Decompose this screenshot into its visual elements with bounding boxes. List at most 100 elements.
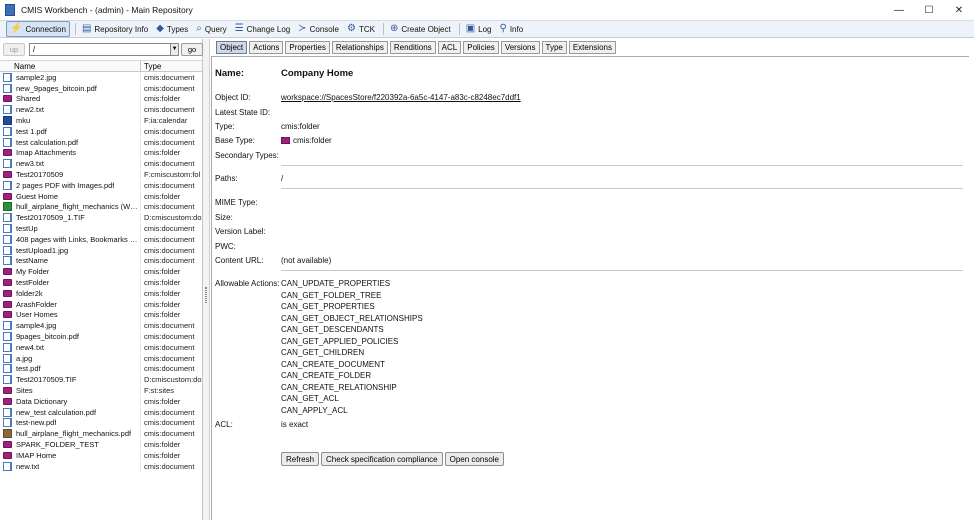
table-row[interactable]: IMAP Home cmis:folder: [0, 450, 202, 461]
file-name: testUp: [16, 224, 38, 234]
plug-icon: ⚡: [10, 23, 23, 34]
go-button[interactable]: go: [181, 42, 203, 56]
latest-state-label: Latest State ID:: [215, 108, 271, 117]
folder-icon: [3, 149, 12, 157]
create-object-button[interactable]: ⊕ Create Object: [387, 21, 454, 37]
document-icon: [3, 159, 12, 169]
tab-extensions[interactable]: Extensions: [568, 41, 616, 54]
table-row[interactable]: sample4.jpg cmis:document: [0, 320, 202, 331]
file-type: cmis:folder: [144, 278, 181, 288]
table-row[interactable]: testUp cmis:document: [0, 223, 202, 234]
tab-properties[interactable]: Properties: [285, 41, 330, 54]
table-row[interactable]: My Folder cmis:folder: [0, 266, 202, 277]
table-row[interactable]: testUpload1.jpg cmis:document: [0, 245, 202, 256]
panel-splitter[interactable]: [203, 39, 210, 520]
table-row[interactable]: 408 pages with Links, Bookmarks a... cmis…: [0, 234, 202, 245]
table-row[interactable]: testFolder cmis:folder: [0, 277, 202, 288]
tck-label: TCK: [358, 24, 375, 34]
folder-icon: [3, 300, 12, 308]
repository-info-label: Repository Info: [94, 24, 149, 34]
table-row[interactable]: testName cmis:document: [0, 256, 202, 267]
file-name: Sites: [16, 386, 33, 395]
table-row[interactable]: new2.txt cmis:document: [0, 104, 202, 115]
table-row[interactable]: folder2k cmis:folder: [0, 288, 202, 299]
refresh-button[interactable]: Refresh: [281, 452, 320, 466]
maximize-button[interactable]: ☐: [914, 0, 944, 20]
base-type-value: cmis:folder: [293, 136, 332, 145]
object-id-link[interactable]: workspace://SpacesStore/f220392a-6a5c-41…: [281, 93, 521, 102]
minimize-button[interactable]: —: [884, 0, 914, 20]
table-row[interactable]: hull_airplane_flight_mechanics.pdf cmis:d…: [0, 428, 202, 439]
table-row[interactable]: 2 pages PDF with Images.pdf cmis:document: [0, 180, 202, 191]
table-row[interactable]: test calculation.pdf cmis:document: [0, 137, 202, 148]
types-label: Types: [166, 24, 189, 34]
table-row[interactable]: Test20170509_1.TIF D:cmiscustom:do: [0, 212, 202, 223]
table-row[interactable]: ArashFolder cmis:folder: [0, 299, 202, 310]
up-button[interactable]: up: [3, 42, 25, 56]
tab-object[interactable]: Object: [216, 41, 248, 54]
table-row[interactable]: test-new.pdf cmis:document: [0, 418, 202, 429]
table-row[interactable]: new4.txt cmis:document: [0, 342, 202, 353]
table-row[interactable]: Guest Home cmis:folder: [0, 191, 202, 202]
log-button[interactable]: ▣ Log: [463, 21, 495, 37]
change-log-button[interactable]: ☰ Change Log: [232, 21, 294, 37]
file-name: User Homes: [16, 310, 58, 320]
tck-button[interactable]: ⚙ TCK: [344, 21, 378, 37]
table-row[interactable]: a.jpg cmis:document: [0, 353, 202, 364]
tab-acl[interactable]: ACL: [437, 41, 462, 54]
document-icon: [3, 180, 12, 190]
close-button[interactable]: ✕: [944, 0, 974, 20]
file-name: Shared: [16, 94, 41, 104]
table-row[interactable]: new.txt cmis:document: [0, 461, 202, 472]
table-row[interactable]: Data Dictionary cmis:folder: [0, 396, 202, 407]
tab-versions[interactable]: Versions: [500, 41, 540, 54]
repository-info-button[interactable]: ▤ Repository Info: [79, 21, 151, 37]
table-row[interactable]: new3.txt cmis:document: [0, 158, 202, 169]
name-value: Company Home: [281, 68, 354, 79]
table-row[interactable]: test 1.pdf cmis:document: [0, 126, 202, 137]
tab-policies[interactable]: Policies: [463, 41, 499, 54]
column-header-type[interactable]: Type: [141, 61, 161, 71]
table-row[interactable]: Test20170509.TIF D:cmiscustom:do: [0, 374, 202, 385]
document-icon: [3, 353, 12, 363]
file-name-cell: 408 pages with Links, Bookmarks a...: [0, 234, 141, 244]
table-row[interactable]: Shared cmis:folder: [0, 94, 202, 105]
table-row[interactable]: Sites F:st:sites: [0, 385, 202, 396]
connection-button[interactable]: ⚡ Connection: [6, 21, 70, 37]
allowable-action-item: CAN_GET_DESCENDANTS: [281, 325, 384, 334]
table-row[interactable]: Imap Attachments cmis:folder: [0, 148, 202, 159]
document-icon: [3, 72, 12, 82]
table-row[interactable]: 9pages_bitcoin.pdf cmis:document: [0, 331, 202, 342]
folder-icon: [3, 397, 12, 405]
types-button[interactable]: ◆ Types: [153, 21, 191, 37]
table-row[interactable]: hull_airplane_flight_mechanics (Wor... cm…: [0, 202, 202, 213]
tab-type[interactable]: Type: [541, 41, 567, 54]
open-console-button[interactable]: Open console: [444, 452, 504, 466]
tab-renditions[interactable]: Renditions: [389, 41, 436, 54]
table-row[interactable]: test.pdf cmis:document: [0, 364, 202, 375]
folder-icon: [3, 387, 12, 394]
base-type-label: Base Type:: [215, 136, 255, 145]
table-row[interactable]: Test20170509 F:cmiscustom:fol: [0, 169, 202, 180]
file-type: cmis:document: [144, 126, 195, 136]
tab-actions[interactable]: Actions: [249, 41, 284, 54]
query-button[interactable]: ⌕ Query: [193, 21, 229, 37]
check-compliance-button[interactable]: Check specification compliance: [321, 452, 443, 466]
folder-icon: [3, 171, 12, 179]
table-row[interactable]: new_test calculation.pdf cmis:document: [0, 407, 202, 418]
table-row[interactable]: mku F:ia:calendar: [0, 115, 202, 126]
console-button[interactable]: ≻ Console: [295, 21, 342, 37]
file-name: hull_airplane_flight_mechanics (Wor...: [16, 202, 140, 212]
info-button[interactable]: ⚲ Info: [497, 21, 527, 37]
table-row[interactable]: sample2.jpg cmis:document: [0, 72, 202, 83]
allowable-actions-list: CAN_UPDATE_PROPERTIES CAN_GET_FOLDER_TREE…: [281, 279, 423, 417]
tab-relationships[interactable]: Relationships: [331, 41, 388, 54]
column-header-name[interactable]: Name: [0, 61, 141, 71]
table-row[interactable]: User Homes cmis:folder: [0, 310, 202, 321]
document-icon: [3, 213, 12, 223]
document-icon: [3, 105, 12, 115]
path-dropdown-button[interactable]: ▼: [171, 42, 180, 56]
table-row[interactable]: SPARK_FOLDER_TEST cmis:folder: [0, 439, 202, 450]
table-row[interactable]: new_9pages_bitcoin.pdf cmis:document: [0, 83, 202, 94]
path-input[interactable]: /: [28, 42, 172, 56]
